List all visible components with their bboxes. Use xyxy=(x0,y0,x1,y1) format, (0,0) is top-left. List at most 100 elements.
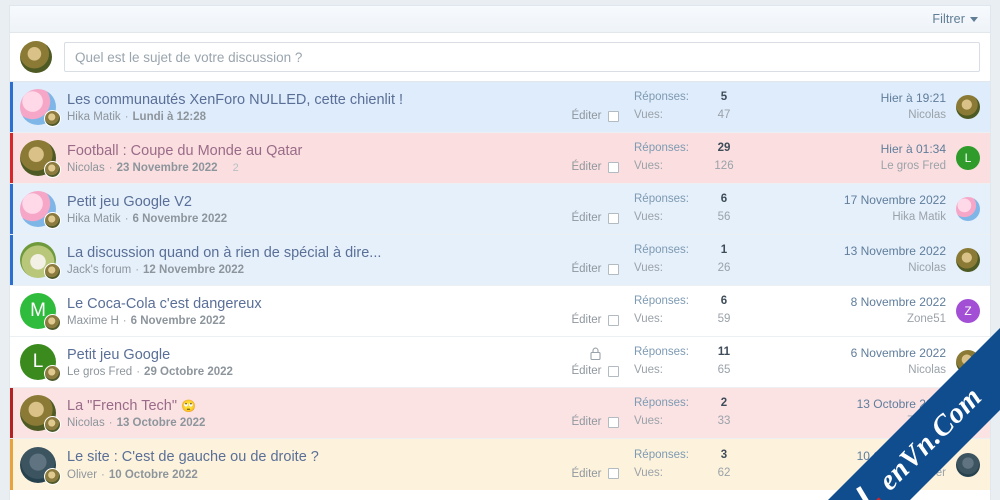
thread-row[interactable]: L Petit jeu Google Le gros Fred · 29 Octobre… xyxy=(10,337,990,388)
thread-replies-line: Réponses: 11 xyxy=(634,344,774,362)
thread-last-poster-avatar[interactable]: Z xyxy=(956,299,980,323)
thread-edit-toggle[interactable]: Éditer xyxy=(571,263,619,275)
thread-last-post-date[interactable]: Hier à 19:21 xyxy=(774,89,946,107)
thread-select-checkbox[interactable] xyxy=(607,365,619,377)
thread-row[interactable]: Petit jeu Google V2 Hika Matik · 6 Novembre… xyxy=(10,184,990,235)
thread-avatar[interactable] xyxy=(20,89,61,127)
thread-last-poster-avatar[interactable] xyxy=(956,452,980,477)
thread-meta: Oliver · 10 Octobre 2022 xyxy=(67,469,556,481)
thread-row[interactable]: Football : Coupe du Monde au Qatar Nicola… xyxy=(10,133,990,184)
thread-edit-label: Éditer xyxy=(571,314,602,326)
thread-edit-toggle[interactable]: Éditer xyxy=(571,468,619,480)
thread-select-checkbox[interactable] xyxy=(607,468,619,479)
thread-select-checkbox[interactable] xyxy=(607,263,619,275)
thread-title-link[interactable]: Petit jeu Google V2 xyxy=(67,194,192,210)
thread-last-post-date[interactable]: 17 Novembre 2022 xyxy=(774,191,946,209)
thread-title-link[interactable]: Le site : C'est de gauche ou de droite ? xyxy=(67,449,319,465)
thread-last-post-date[interactable]: 8 Novembre 2022 xyxy=(774,293,946,311)
thread-last-post-user[interactable]: Le gros Fred xyxy=(774,158,946,175)
thread-replies-label: Réponses: xyxy=(634,91,689,104)
thread-meta: Nicolas · 23 Novembre 2022 2 xyxy=(67,162,556,174)
thread-views-value: 56 xyxy=(717,211,731,223)
thread-replies-line: Réponses: 6 xyxy=(634,191,774,209)
thread-avatar[interactable] xyxy=(20,395,61,433)
thread-replies-value: 29 xyxy=(717,142,731,155)
thread-title-link[interactable]: Football : Coupe du Monde au Qatar xyxy=(67,143,302,159)
thread-last-post-user[interactable]: Zone51 xyxy=(774,311,946,328)
thread-starter-badge-avatar xyxy=(44,263,61,280)
thread-avatar[interactable] xyxy=(20,446,61,485)
thread-avatar[interactable] xyxy=(20,242,61,280)
thread-last-post-user[interactable]: Hika Matik xyxy=(774,209,946,226)
thread-row[interactable]: Les communautés XenForo NULLED, cette ch… xyxy=(10,82,990,133)
thread-author[interactable]: Hika Matik xyxy=(67,213,121,225)
thread-row[interactable]: Le site : C'est de gauche ou de droite ?… xyxy=(10,439,990,490)
thread-title-link[interactable]: La "French Tech" 🙄 xyxy=(67,398,196,414)
thread-select-checkbox[interactable] xyxy=(607,110,619,122)
thread-select-checkbox[interactable] xyxy=(607,416,619,428)
thread-author[interactable]: Hika Matik xyxy=(67,111,121,123)
thread-last-post-user[interactable]: Nicolas xyxy=(774,362,946,379)
thread-views-label: Vues: xyxy=(634,466,663,479)
thread-last-poster-avatar[interactable] xyxy=(956,350,980,374)
current-user-avatar[interactable] xyxy=(20,41,52,73)
thread-title-link[interactable]: Le Coca-Cola c'est dangereux xyxy=(67,296,262,312)
thread-edit-toggle[interactable]: Éditer xyxy=(571,314,619,326)
thread-last-post-user[interactable]: Nicolas xyxy=(774,260,946,277)
thread-author[interactable]: Nicolas xyxy=(67,162,105,174)
thread-avatar[interactable] xyxy=(20,191,61,229)
thread-last-poster-avatar-cell xyxy=(954,350,990,374)
thread-title-link[interactable]: La discussion quand on à rien de spécial… xyxy=(67,245,381,261)
thread-last-post-user[interactable]: Nicolas xyxy=(774,107,946,124)
thread-accent-bar xyxy=(10,184,13,234)
thread-row[interactable]: M Le Coca-Cola c'est dangereux Maxime H · 6 … xyxy=(10,286,990,337)
thread-last-poster-avatar[interactable] xyxy=(956,95,980,119)
thread-title-link[interactable]: Les communautés XenForo NULLED, cette ch… xyxy=(67,92,403,108)
thread-meta: Le gros Fred · 29 Octobre 2022 xyxy=(67,366,556,378)
thread-last-poster-avatar-cell: Z xyxy=(954,401,990,425)
thread-last-post-date[interactable]: 6 Novembre 2022 xyxy=(774,344,946,362)
new-thread-title-input[interactable] xyxy=(64,42,980,72)
thread-avatar[interactable] xyxy=(20,140,61,178)
thread-author[interactable]: Nicolas xyxy=(67,417,105,429)
thread-select-checkbox[interactable] xyxy=(607,212,619,224)
thread-info: Petit jeu Google Le gros Fred · 29 Octobre … xyxy=(67,346,556,378)
thread-last-poster-avatar[interactable] xyxy=(956,248,980,272)
thread-last-post-date[interactable]: 13 Novembre 2022 xyxy=(774,242,946,260)
filter-button[interactable]: Filtrer xyxy=(932,12,978,26)
thread-edit-toggle[interactable]: Éditer xyxy=(571,416,619,428)
thread-replies-line: Réponses: 6 xyxy=(634,293,774,311)
thread-stats: Réponses: 11 Vues: 65 xyxy=(634,344,774,380)
thread-views-label: Vues: xyxy=(634,211,663,223)
filter-label: Filtrer xyxy=(932,12,965,26)
thread-last-post-date[interactable]: Hier à 01:34 xyxy=(774,140,946,158)
thread-author[interactable]: Oliver xyxy=(67,469,97,481)
thread-select-checkbox[interactable] xyxy=(607,161,619,173)
thread-last-poster-avatar[interactable]: Z xyxy=(956,401,980,425)
thread-edit-toggle[interactable]: Éditer xyxy=(571,161,619,173)
thread-row[interactable]: La discussion quand on à rien de spécial… xyxy=(10,235,990,286)
thread-title-link[interactable]: Petit jeu Google xyxy=(67,347,170,363)
thread-author[interactable]: Jack's forum xyxy=(67,264,131,276)
thread-edit-toggle[interactable]: Éditer xyxy=(571,365,619,377)
thread-edit-toggle[interactable]: Éditer xyxy=(571,110,619,122)
thread-last-post-user[interactable]: Zone51 xyxy=(774,413,946,430)
thread-edit-label: Éditer xyxy=(571,161,602,173)
thread-last-poster-avatar-cell: Z xyxy=(954,299,990,323)
thread-page-jump[interactable]: 2 xyxy=(230,162,242,174)
thread-last-post-date[interactable]: 13 Octobre 2022 xyxy=(774,395,946,413)
thread-last-post-user[interactable]: Oliver xyxy=(774,465,946,482)
thread-author[interactable]: Le gros Fred xyxy=(67,366,132,378)
thread-date: 12 Novembre 2022 xyxy=(143,264,245,277)
thread-row[interactable]: La "French Tech" 🙄 Nicolas · 13 Octobre 202… xyxy=(10,388,990,439)
thread-edit-toggle[interactable]: Éditer xyxy=(571,212,619,224)
thread-last-poster-avatar[interactable]: L xyxy=(956,146,980,170)
thread-select-checkbox[interactable] xyxy=(607,314,619,326)
thread-last-post-date[interactable]: 10 Octobre 2022 xyxy=(774,447,946,465)
thread-date: 23 Novembre 2022 xyxy=(116,162,218,175)
thread-avatar[interactable]: L xyxy=(20,344,61,382)
thread-avatar[interactable]: M xyxy=(20,293,61,331)
chevron-down-icon xyxy=(970,16,978,22)
thread-author[interactable]: Maxime H xyxy=(67,315,119,327)
thread-last-poster-avatar[interactable] xyxy=(956,197,980,221)
